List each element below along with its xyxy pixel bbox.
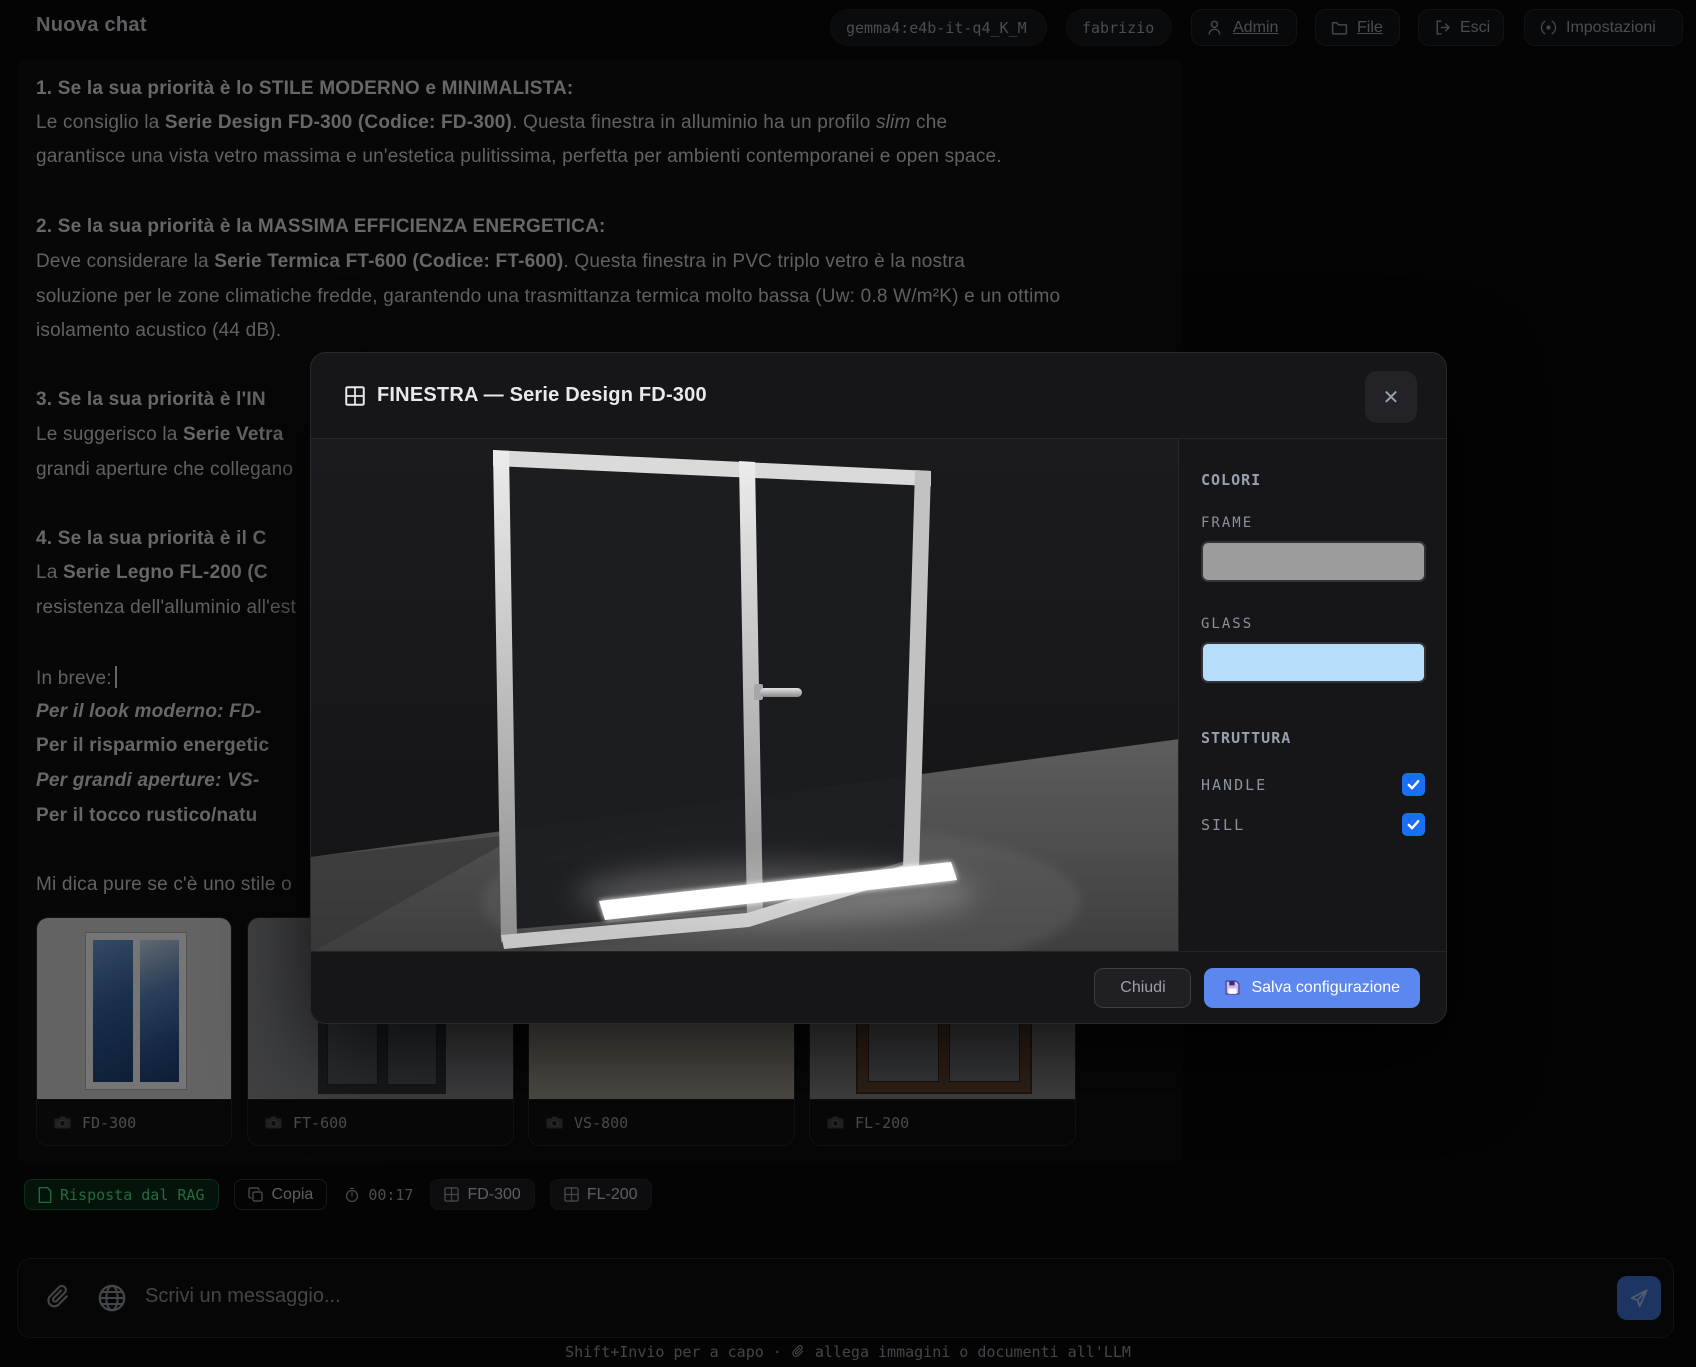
sill-checkbox[interactable] — [1402, 813, 1425, 836]
modal-close-button[interactable]: ✕ — [1365, 371, 1417, 423]
check-icon — [1406, 777, 1421, 792]
close-modal-button[interactable]: Chiudi — [1094, 968, 1191, 1008]
sill-label: SILL — [1201, 816, 1245, 834]
save-configuration-button[interactable]: Salva configurazione — [1204, 968, 1420, 1008]
window-3d-render — [311, 439, 1178, 951]
window-configurator-modal: FINESTRA — Serie Design FD-300 ✕ — [310, 352, 1447, 1024]
modal-title: FINESTRA — Serie Design FD-300 — [377, 384, 707, 407]
glass-color-swatch[interactable] — [1201, 642, 1426, 683]
viewport-3d[interactable] — [311, 439, 1178, 951]
modal-footer: Chiudi Salva configurazione — [311, 951, 1446, 1023]
modal-header: FINESTRA — Serie Design FD-300 ✕ — [311, 353, 1446, 439]
glass-color-label: GLASS — [1201, 616, 1426, 632]
sill-toggle-row: SILL — [1201, 813, 1426, 837]
floppy-disk-icon — [1224, 979, 1241, 996]
handle-label: HANDLE — [1201, 776, 1267, 794]
config-panel: COLORI FRAME GLASS STRUTTURA HANDLE SILL — [1178, 439, 1446, 951]
app-window: Nuova chat gemma4:e4b-it-q4_K_M fabrizio… — [0, 0, 1696, 1367]
modal-body: COLORI FRAME GLASS STRUTTURA HANDLE SILL — [311, 439, 1446, 951]
window-icon — [345, 386, 365, 406]
close-icon: ✕ — [1383, 385, 1400, 410]
check-icon — [1406, 817, 1421, 832]
frame-color-swatch[interactable] — [1201, 541, 1426, 582]
colors-section-title: COLORI — [1201, 471, 1426, 489]
handle-toggle-row: HANDLE — [1201, 773, 1426, 797]
structure-section-title: STRUTTURA — [1201, 729, 1426, 747]
handle-checkbox[interactable] — [1402, 773, 1425, 796]
close-modal-label: Chiudi — [1120, 979, 1165, 997]
save-configuration-label: Salva configurazione — [1251, 979, 1400, 997]
frame-color-label: FRAME — [1201, 515, 1426, 531]
